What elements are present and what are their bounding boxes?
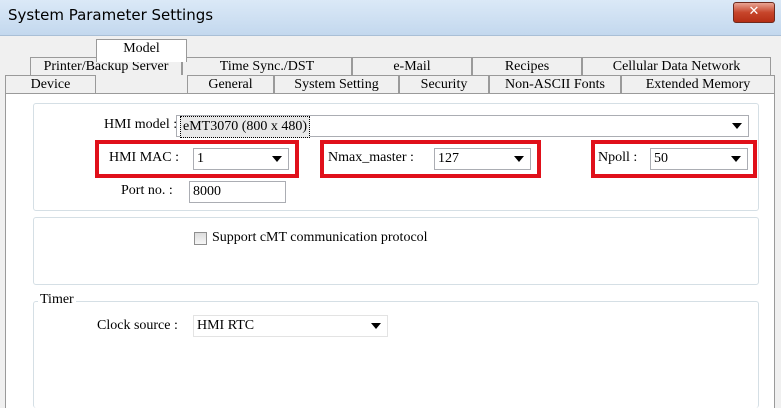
npoll-value: 50	[654, 151, 668, 166]
tab-security[interactable]: Security	[399, 75, 489, 93]
nmax-master-select[interactable]: 127	[434, 148, 531, 170]
close-icon: ✕	[748, 4, 760, 19]
hmi-mac-select[interactable]: 1	[193, 148, 289, 170]
port-label: Port no. :	[121, 183, 173, 198]
chevron-down-icon	[272, 156, 282, 162]
hmi-model-label: HMI model :	[104, 117, 178, 132]
window-title: System Parameter Settings	[8, 6, 214, 24]
clock-source-label: Clock source :	[97, 318, 178, 333]
tab-device[interactable]: Device	[5, 75, 96, 93]
tab-e-mail[interactable]: e-Mail	[352, 57, 472, 75]
chevron-down-icon	[371, 323, 381, 329]
hmi-model-select[interactable]: eMT3070 (800 x 480)	[176, 115, 749, 138]
clock-source-select[interactable]: HMI RTC	[193, 315, 388, 337]
hmi-model-value: eMT3070 (800 x 480)	[180, 116, 311, 138]
cmt-label: Support cMT communication protocol	[212, 230, 428, 245]
port-input[interactable]: 8000	[189, 181, 286, 203]
chevron-down-icon	[731, 156, 741, 162]
tab-time-sync-dst[interactable]: Time Sync./DST	[182, 57, 352, 75]
close-button[interactable]: ✕	[733, 2, 775, 23]
hmi-mac-label: HMI MAC :	[109, 150, 180, 165]
hmi-mac-value: 1	[197, 151, 204, 166]
npoll-select[interactable]: 50	[650, 148, 748, 170]
chevron-down-icon	[732, 123, 742, 129]
tab-system-setting[interactable]: System Setting	[274, 75, 399, 93]
nmax-master-value: 127	[438, 151, 459, 166]
title-bar: System Parameter Settings ✕	[0, 0, 781, 36]
chevron-down-icon	[514, 156, 524, 162]
tab-model[interactable]: Model	[96, 39, 187, 62]
cmt-checkbox[interactable]	[194, 232, 207, 245]
clock-source-value: HMI RTC	[197, 318, 255, 333]
nmax-master-label: Nmax_master :	[328, 150, 414, 165]
npoll-label: Npoll :	[598, 150, 638, 165]
cmt-group	[33, 217, 759, 285]
tab-extended-memory[interactable]: Extended Memory	[621, 75, 775, 93]
tab-cellular-data-network[interactable]: Cellular Data Network	[582, 57, 771, 75]
tab-non-ascii-fonts[interactable]: Non-ASCII Fonts	[489, 75, 621, 93]
tab-recipes[interactable]: Recipes	[472, 57, 582, 75]
timer-legend: Timer	[38, 292, 76, 308]
tab-general[interactable]: General	[187, 75, 274, 93]
